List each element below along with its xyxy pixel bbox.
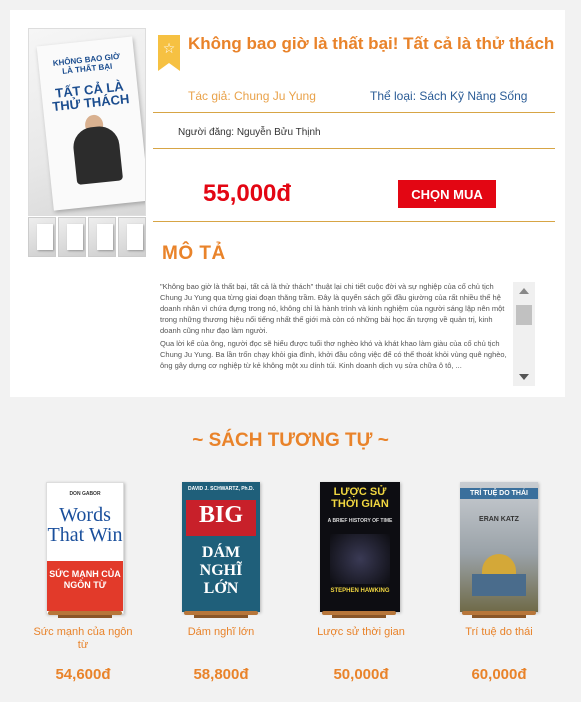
- thumbnail-4[interactable]: [118, 217, 146, 257]
- book-cover[interactable]: LƯỢC SỬ THỜI GIAN A BRIEF HISTORY OF TIM…: [320, 482, 400, 612]
- cover-author: DON GABOR: [69, 491, 101, 497]
- thumbnail-1[interactable]: [28, 217, 56, 257]
- thumbnail-3[interactable]: [88, 217, 116, 257]
- shelf-base: [472, 615, 526, 618]
- bookmark-badge: ☆: [158, 35, 180, 71]
- cover-title-line1: KHÔNG BAO GIỜ LÀ THẤT BẠI: [52, 51, 121, 76]
- cover-dome: [482, 554, 516, 574]
- arrow-down-icon[interactable]: [519, 374, 529, 380]
- book-price: 55,000đ: [203, 180, 292, 207]
- cover-title: Words That Win: [47, 504, 123, 546]
- book-cover[interactable]: TRÍ TUỆ DO THÁI ERAN KATZ: [460, 482, 538, 612]
- shelf-base: [58, 615, 112, 618]
- cover-author: STEPHEN HAWKING: [330, 588, 390, 594]
- similar-book-name[interactable]: Trí tuệ do thái: [444, 626, 554, 639]
- author-link[interactable]: Tác giả: Chung Ju Yung: [188, 89, 316, 103]
- cover-building: [472, 574, 526, 596]
- similar-book-price: 54,600đ: [55, 666, 111, 683]
- book-cover[interactable]: DAVID J. SCHWARTZ, Ph.D. BIG DÁM NGHĨ LỚ…: [182, 482, 260, 612]
- description-scrollbar[interactable]: [513, 282, 535, 386]
- category-link[interactable]: Thể loại: Sách Kỹ Năng Sống: [370, 89, 527, 103]
- similar-book-name[interactable]: Sức mạnh của ngôn từ: [28, 626, 138, 652]
- cover-title: TRÍ TUỆ DO THÁI: [460, 488, 538, 499]
- poster-info: Người đăng: Nguyễn Bửu Thịnh: [178, 127, 321, 138]
- book-cover[interactable]: DON GABOR Words That Win SỨC MẠNH CỦA NG…: [46, 482, 124, 614]
- book-title: Không bao giờ là thất bại! Tất cả là thử…: [188, 34, 555, 53]
- cover-artwork: [330, 534, 390, 584]
- book-cover-image[interactable]: KHÔNG BAO GIỜ LÀ THẤT BẠI TẤT CẢ LÀ THỬ …: [28, 28, 146, 216]
- arrow-up-icon[interactable]: [519, 288, 529, 294]
- cover-subtitle: SỨC MẠNH CỦA NGÔN TỪ: [49, 569, 121, 590]
- buy-button[interactable]: CHỌN MUA: [398, 180, 496, 208]
- cover-subtitle: A BRIEF HISTORY OF TIME: [327, 518, 393, 524]
- cover-author: ERAN KATZ: [479, 516, 519, 523]
- similar-book-name[interactable]: Dám nghĩ lớn: [166, 626, 276, 639]
- divider: [153, 112, 555, 113]
- cover-illustration: KHÔNG BAO GIỜ LÀ THẤT BẠI TẤT CẢ LÀ THỬ …: [36, 36, 145, 211]
- description-paragraph-1: "Không bao giờ là thất bại, tất cả là th…: [160, 282, 505, 335]
- cover-author: DAVID J. SCHWARTZ, Ph.D.: [187, 486, 255, 492]
- star-icon: ☆: [162, 40, 176, 56]
- cover-title: LƯỢC SỬ THỜI GIAN: [331, 486, 389, 510]
- similar-book-price: 60,000đ: [471, 666, 527, 683]
- shelf-base: [332, 615, 386, 618]
- cover-title: BIG: [198, 502, 243, 528]
- scrollbar-thumb[interactable]: [516, 305, 532, 325]
- description-paragraph-2: Qua lời kể của ông, người đọc sẽ hiểu đư…: [160, 339, 507, 370]
- thumbnail-2[interactable]: [58, 217, 86, 257]
- description-heading: MÔ TẢ: [162, 243, 226, 264]
- cover-person: [71, 124, 124, 185]
- divider: [153, 221, 555, 222]
- description-text[interactable]: "Không bao giờ là thất bại, tất cả là th…: [160, 281, 514, 391]
- similar-book-price: 58,800đ: [193, 666, 249, 683]
- shelf-base: [194, 615, 248, 618]
- similar-books-heading: ~ SÁCH TƯƠNG TỰ ~: [192, 430, 389, 451]
- thumbnail-strip: [28, 217, 146, 257]
- cover-subtitle: DÁM NGHĨ LỚN: [199, 544, 243, 597]
- product-card: KHÔNG BAO GIỜ LÀ THẤT BẠI TẤT CẢ LÀ THỬ …: [10, 10, 565, 397]
- divider: [153, 148, 555, 149]
- similar-book-name[interactable]: Lược sử thời gian: [306, 626, 416, 639]
- cover-title-line2: TẤT CẢ LÀ THỬ THÁCH: [51, 78, 130, 115]
- similar-book-price: 50,000đ: [333, 666, 389, 683]
